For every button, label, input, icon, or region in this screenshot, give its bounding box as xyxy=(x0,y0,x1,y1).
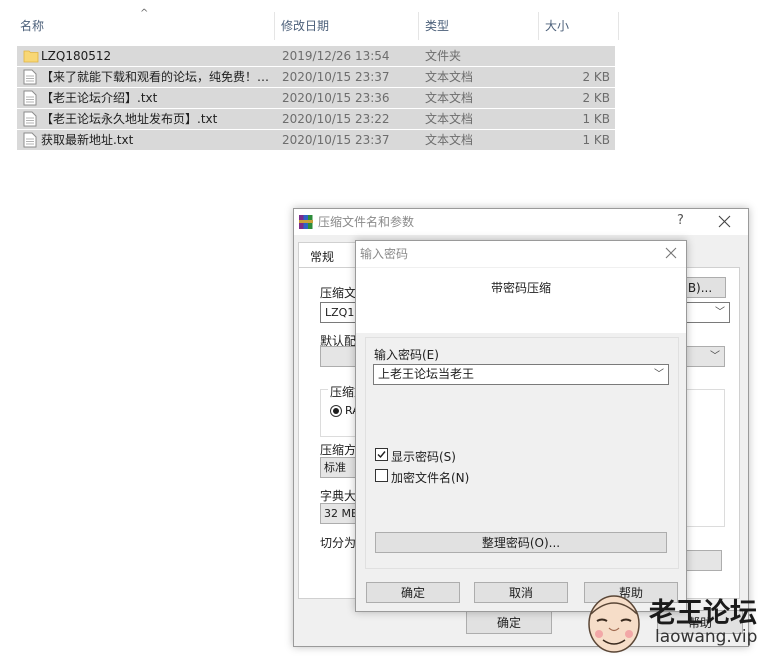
file-row[interactable]: 【老王论坛永久地址发布页】.txt 2020/10/15 23:22 文本文档 … xyxy=(17,109,615,129)
help-icon[interactable]: ? xyxy=(677,213,684,228)
file-date: 2020/10/15 23:36 xyxy=(282,91,390,105)
file-name: LZQ180512 xyxy=(41,49,112,63)
password-label: 输入密码(E) xyxy=(374,348,439,362)
dialog-title: 输入密码 xyxy=(360,247,409,261)
file-type: 文本文档 xyxy=(425,70,474,84)
file-date: 2020/10/15 23:37 xyxy=(282,133,390,147)
file-size: 2 KB xyxy=(582,91,610,105)
password-heading: 带密码压缩 xyxy=(491,281,552,295)
text-file-icon xyxy=(23,69,37,85)
password-value: 上老王论坛当老王 xyxy=(378,367,475,381)
split-volumes-label: 切分为 xyxy=(320,536,357,550)
file-row[interactable]: 【来了就能下载和观看的论坛，纯免费！… 2020/10/15 23:37 文本文… xyxy=(17,67,615,87)
watermark: 老王论坛 laowang.vip xyxy=(583,578,769,668)
file-type: 文本文档 xyxy=(425,112,474,126)
file-name: 【老王论坛永久地址发布页】.txt xyxy=(41,112,218,126)
tab-general-label: 常规 xyxy=(310,250,335,264)
radio-rar[interactable] xyxy=(330,405,342,417)
file-type: 文本文档 xyxy=(425,91,474,105)
file-size: 2 KB xyxy=(582,70,610,84)
watermark-brand: 老王论坛 xyxy=(649,598,757,629)
file-name: 【来了就能下载和观看的论坛，纯免费！… xyxy=(41,70,270,84)
password-cancel-button[interactable]: 取消 xyxy=(474,582,568,603)
column-separator[interactable] xyxy=(274,12,275,40)
sort-ascending-icon: ^ xyxy=(140,8,149,19)
close-icon[interactable] xyxy=(718,215,731,228)
encrypt-filenames-checkbox[interactable] xyxy=(375,469,388,482)
column-separator[interactable] xyxy=(618,12,619,40)
tab-general[interactable]: 常规 xyxy=(298,242,356,268)
file-type: 文件夹 xyxy=(425,49,462,63)
file-type: 文本文档 xyxy=(425,133,474,147)
dialog-title: 压缩文件名和参数 xyxy=(318,215,415,229)
password-ok-button[interactable]: 确定 xyxy=(366,582,460,603)
show-password-label: 显示密码(S) xyxy=(391,450,456,464)
compression-method-value: 标准 xyxy=(324,461,346,474)
chevron-down-icon: ﹀ xyxy=(654,369,664,380)
radio-dot-icon xyxy=(333,408,339,414)
column-header-name[interactable]: 名称 xyxy=(20,8,44,38)
file-size: 1 KB xyxy=(582,133,610,147)
winrar-app-icon xyxy=(299,215,313,229)
enter-password-dialog: 输入密码 带密码压缩 输入密码(E) 上老王论坛当老王 ﹀ 显示密码(S) 加密… xyxy=(355,240,687,612)
file-size: 1 KB xyxy=(582,112,610,126)
column-header-date[interactable]: 修改日期 xyxy=(281,8,329,38)
file-row[interactable]: LZQ180512 2019/12/26 13:54 文件夹 xyxy=(17,46,615,66)
title-bar[interactable]: 压缩文件名和参数 ? xyxy=(294,209,748,235)
file-name: 【老王论坛介绍】.txt xyxy=(41,91,158,105)
archive-name-label: 压缩文 xyxy=(320,286,357,300)
column-separator[interactable] xyxy=(418,12,419,40)
file-date: 2020/10/15 23:22 xyxy=(282,112,390,126)
mascot-logo-icon xyxy=(588,595,640,653)
dictionary-size-label: 字典大 xyxy=(320,489,357,503)
organize-passwords-button[interactable]: 整理密码(O)... xyxy=(375,532,667,553)
dialog-header xyxy=(356,268,686,333)
show-password-checkbox[interactable] xyxy=(375,448,388,461)
column-separator[interactable] xyxy=(538,12,539,40)
close-icon[interactable] xyxy=(665,247,677,259)
file-row[interactable]: 获取最新地址.txt 2020/10/15 23:37 文本文档 1 KB xyxy=(17,130,615,150)
password-combobox[interactable]: 上老王论坛当老王 ﹀ xyxy=(373,364,669,385)
chevron-down-icon: ﹀ xyxy=(715,307,725,318)
text-file-icon xyxy=(23,111,37,127)
file-date: 2020/10/15 23:37 xyxy=(282,70,390,84)
file-date: 2019/12/26 13:54 xyxy=(282,49,390,63)
file-row[interactable]: 【老王论坛介绍】.txt 2020/10/15 23:36 文本文档 2 KB xyxy=(17,88,615,108)
encrypt-filenames-label: 加密文件名(N) xyxy=(391,471,470,485)
archive-ok-button[interactable]: 确定 xyxy=(466,610,552,634)
column-header-type[interactable]: 类型 xyxy=(425,8,449,38)
file-name: 获取最新地址.txt xyxy=(41,133,134,147)
chevron-down-icon: ﹀ xyxy=(710,351,720,362)
dictionary-size-value: 32 MB xyxy=(324,507,359,520)
compression-method-label: 压缩方 xyxy=(320,443,357,457)
title-bar[interactable]: 输入密码 xyxy=(356,241,686,267)
checkmark-icon xyxy=(377,451,386,459)
watermark-url: laowang.vip xyxy=(655,627,758,647)
folder-icon xyxy=(23,50,39,63)
column-header-size[interactable]: 大小 xyxy=(545,8,569,38)
text-file-icon xyxy=(23,132,37,148)
text-file-icon xyxy=(23,90,37,106)
